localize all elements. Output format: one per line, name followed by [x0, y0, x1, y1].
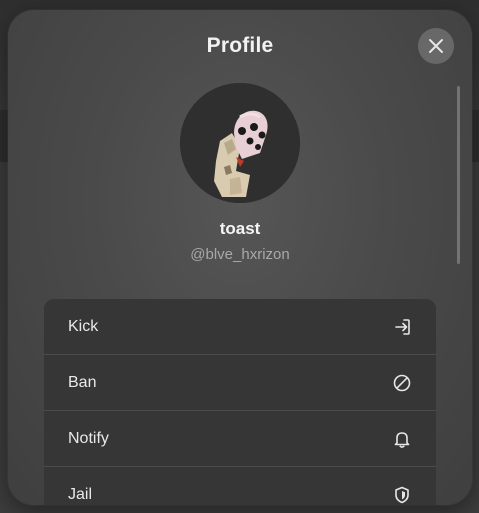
close-button[interactable]	[418, 28, 454, 64]
avatar-image	[180, 83, 300, 203]
kick-button[interactable]: Kick	[44, 299, 436, 355]
ban-icon	[392, 373, 412, 393]
exit-icon	[392, 317, 412, 337]
profile-modal: Profile toast @blve_hxrizon Kick Ban Not…	[8, 10, 472, 505]
jail-label: Jail	[68, 485, 93, 503]
jail-button[interactable]: Jail	[44, 467, 436, 505]
ban-button[interactable]: Ban	[44, 355, 436, 411]
notify-label: Notify	[68, 429, 109, 447]
close-icon	[429, 39, 443, 53]
bell-icon	[392, 429, 412, 449]
notify-button[interactable]: Notify	[44, 411, 436, 467]
ban-label: Ban	[68, 373, 97, 391]
kick-label: Kick	[68, 317, 99, 335]
display-name: toast	[219, 219, 261, 238]
shield-icon	[392, 485, 412, 505]
actions-list: Kick Ban Notify Jail	[44, 299, 436, 505]
modal-title: Profile	[206, 34, 274, 57]
username: @blve_hxrizon	[190, 246, 290, 263]
avatar	[180, 83, 300, 203]
